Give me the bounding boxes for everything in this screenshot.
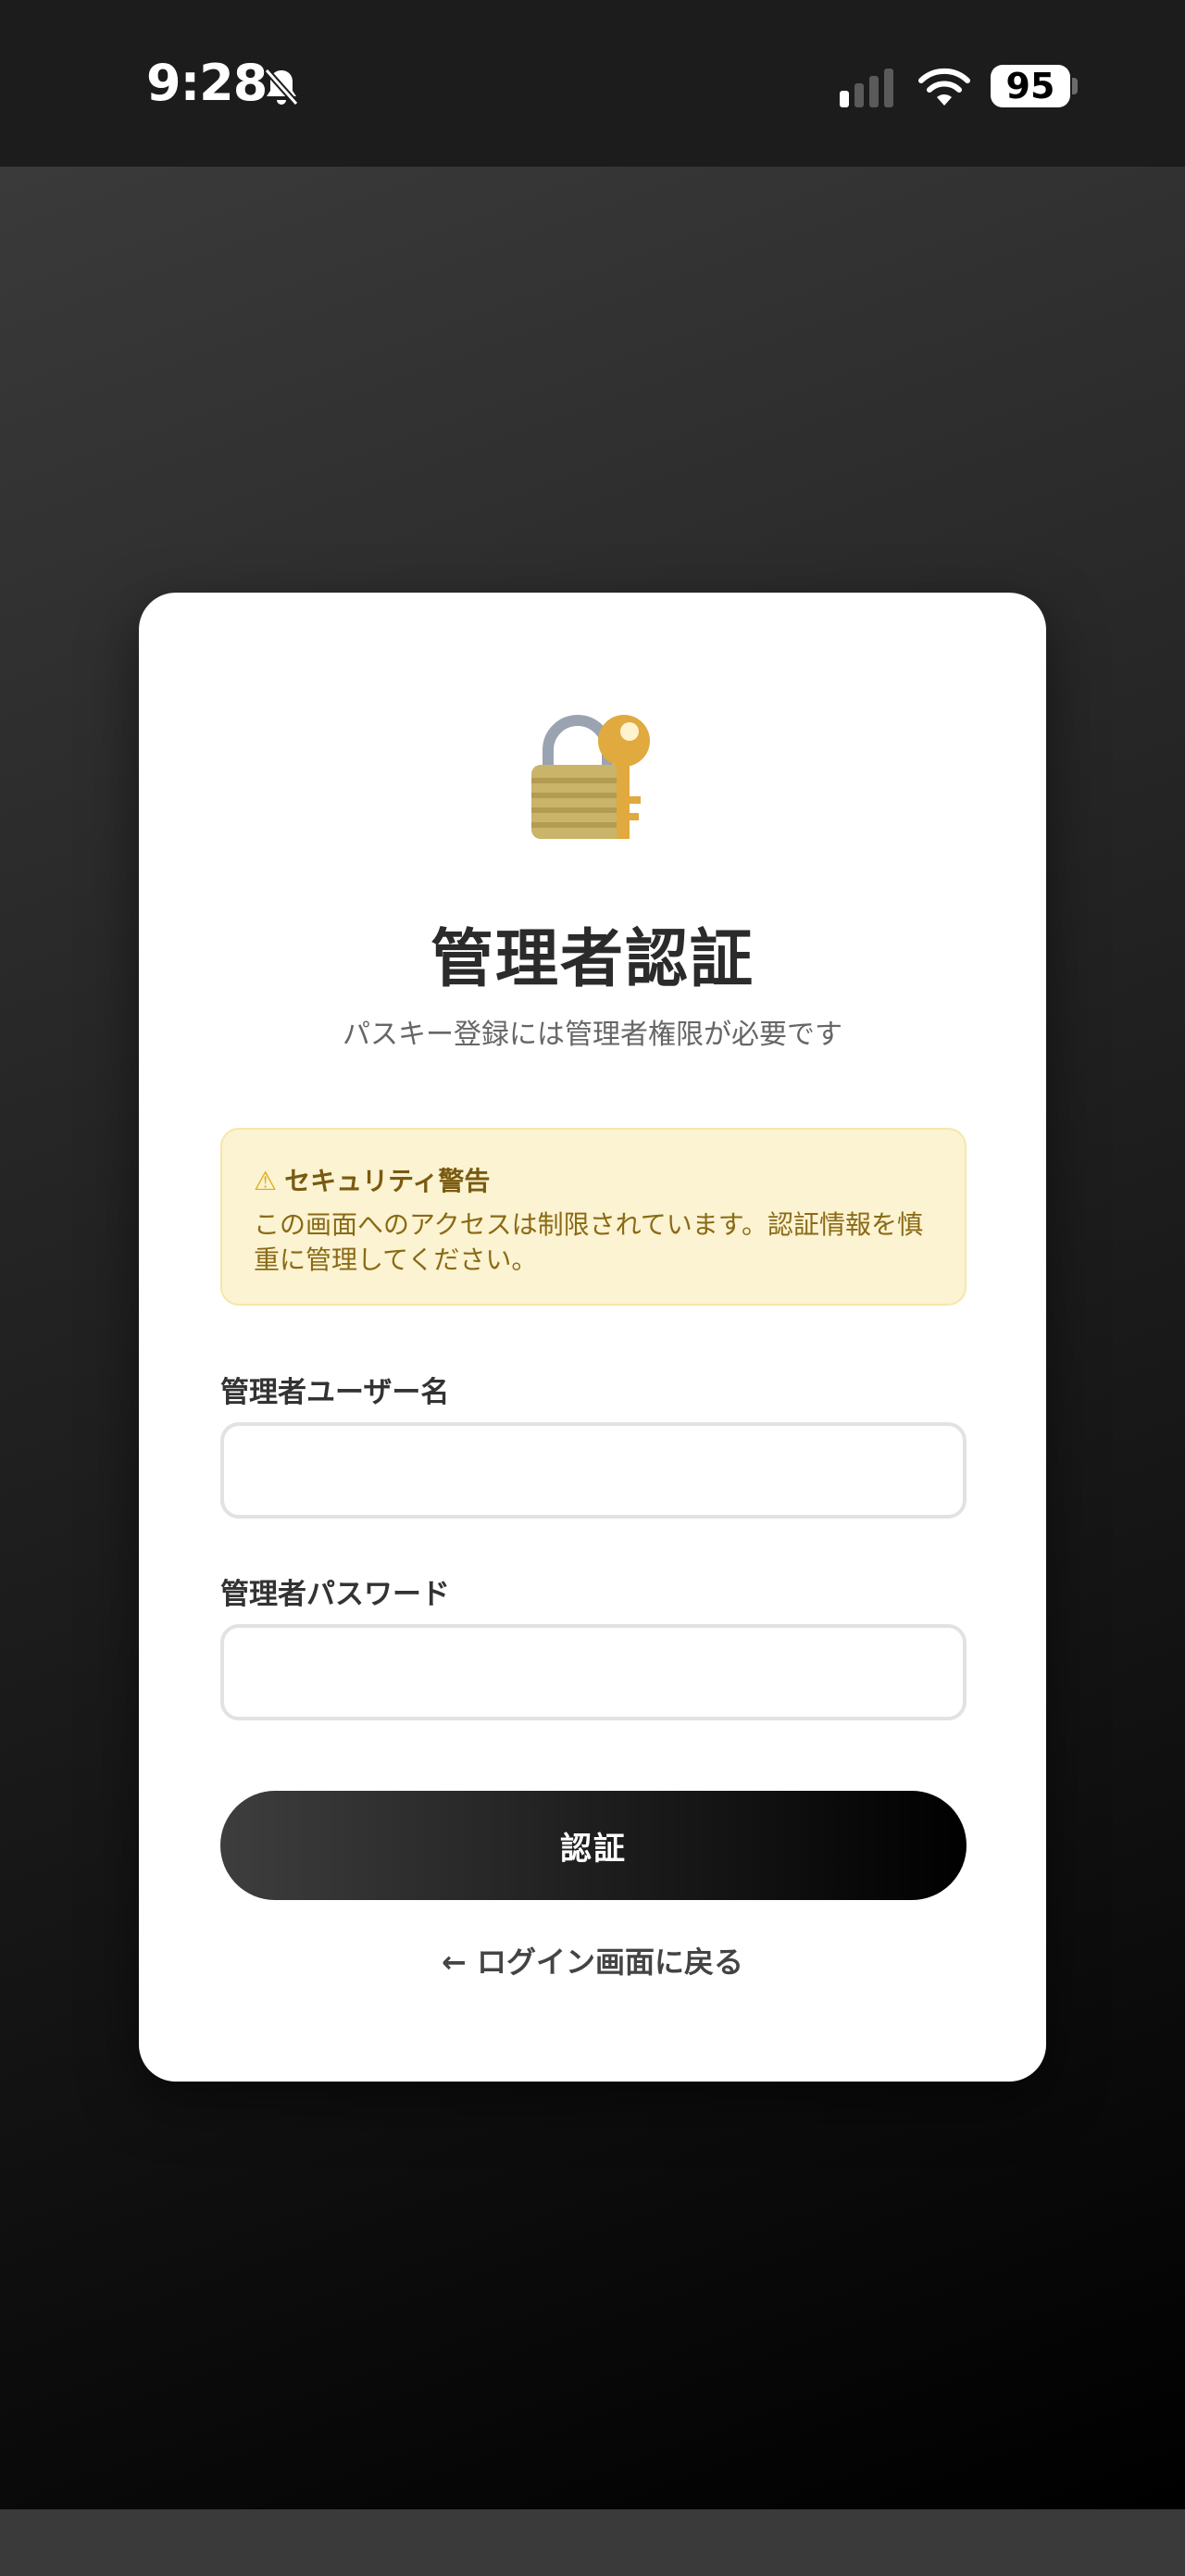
authenticate-button[interactable]: 認証 bbox=[220, 1791, 967, 1900]
warning-icon: ⚠ bbox=[254, 1166, 278, 1196]
warning-title-text: セキュリティ警告 bbox=[284, 1166, 491, 1196]
battery-tip bbox=[1072, 78, 1078, 94]
lock-with-key-icon bbox=[531, 715, 650, 839]
wifi-icon bbox=[918, 68, 970, 106]
username-input[interactable] bbox=[220, 1422, 967, 1519]
back-to-login-link[interactable]: ← ログイン画面に戻る bbox=[139, 1939, 1046, 1982]
page-subtitle: パスキー登録には管理者権限が必要です bbox=[343, 1019, 842, 1051]
username-label: 管理者ユーザー名 bbox=[220, 1376, 450, 1409]
signal-icon bbox=[840, 69, 893, 107]
status-bar: 9:28 95 bbox=[0, 0, 1185, 167]
bottom-bar bbox=[0, 2509, 1185, 2576]
warning-title: ⚠ セキュリティ警告 bbox=[254, 1161, 490, 1198]
security-warning-box: ⚠ セキュリティ警告 この画面へのアクセスは制限されています。認証情報を慎重に管理… bbox=[220, 1128, 967, 1306]
status-time: 9:28 bbox=[146, 54, 268, 112]
page-title: 管理者認証 bbox=[430, 923, 755, 996]
password-input[interactable] bbox=[220, 1624, 967, 1720]
admin-auth-card: 管理者認証 パスキー登録には管理者権限が必要です ⚠ セキュリティ警告 この画面へ… bbox=[139, 593, 1046, 2082]
bell-slash-icon bbox=[264, 68, 299, 106]
password-label: 管理者パスワード bbox=[220, 1578, 450, 1611]
battery-icon: 95 bbox=[991, 65, 1070, 107]
warning-text: この画面へのアクセスは制限されています。認証情報を慎重に管理してください。 bbox=[254, 1209, 923, 1275]
